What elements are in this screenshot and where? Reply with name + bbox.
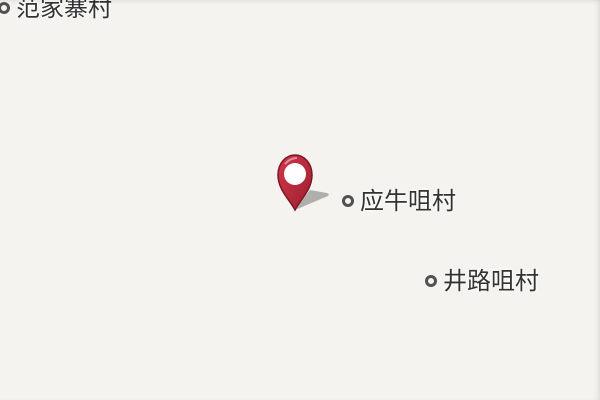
place-jingluju[interactable]: 井路咀村 [425,269,539,293]
place-label: 井路咀村 [443,267,539,295]
map-canvas[interactable]: 范家寨村 应牛咀村 井路咀村 [0,0,600,400]
village-dot-icon [0,2,10,14]
village-dot-icon [342,195,354,207]
map-pin-graphic [277,154,329,212]
place-label: 范家寨村 [16,0,112,22]
village-dot-icon [425,275,437,287]
map-pin-icon[interactable] [270,150,332,216]
place-fanjiazhai[interactable]: 范家寨村 [0,0,112,20]
place-yingniuju[interactable]: 应牛咀村 [342,189,456,213]
pin-center [284,163,306,185]
place-label: 应牛咀村 [360,187,456,215]
